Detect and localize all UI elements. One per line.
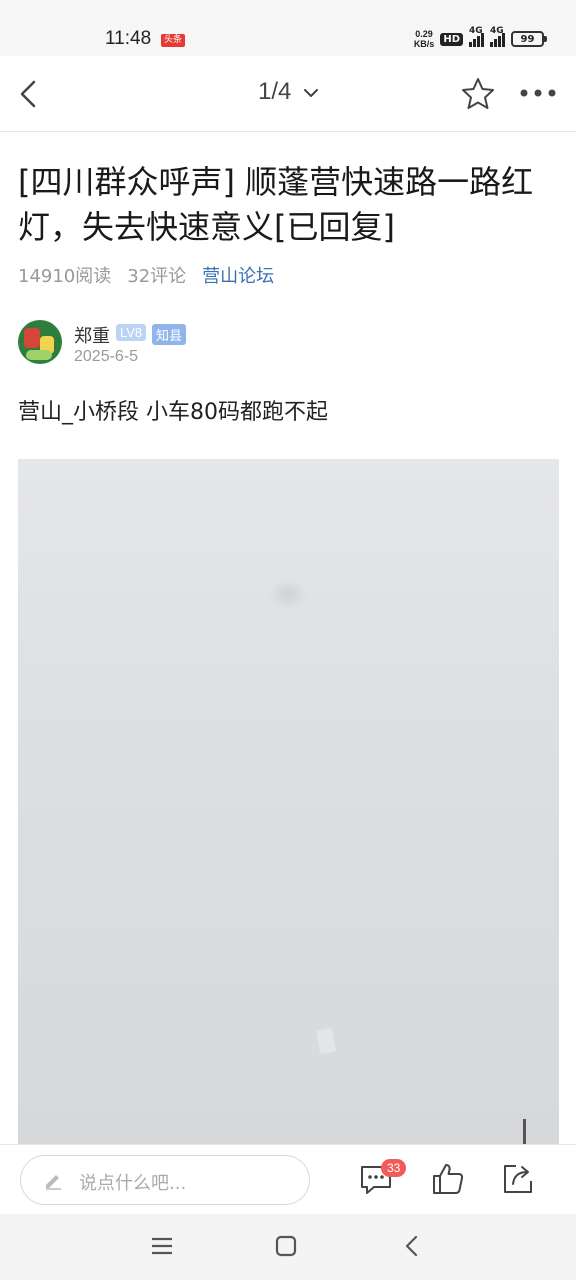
signal-label: 4G xyxy=(469,26,483,36)
chevron-down-icon xyxy=(304,88,319,97)
menu-icon[interactable] xyxy=(150,1234,174,1258)
battery-icon: 99 xyxy=(511,31,547,47)
comment-count-text: 32评论 xyxy=(127,266,187,287)
signal-label: 4G xyxy=(490,26,504,36)
comment-count-badge: 33 xyxy=(381,1159,407,1177)
level-badge: LV8 xyxy=(116,324,147,341)
star-icon[interactable] xyxy=(460,76,496,112)
action-bar: 说点什么吧... 33 xyxy=(0,1144,576,1214)
network-speed-value: 0.29 xyxy=(415,29,433,39)
status-bar: 11:48 头条 0.29 KB/s HD 4G 4G 99 xyxy=(0,0,576,56)
article-body: 营山_小桥段 小车80码都跑不起 xyxy=(18,400,328,425)
status-indicators: 0.29 KB/s HD 4G 4G 99 xyxy=(414,26,547,49)
author-info: 郑重 LV8 知县 2025-6-5 xyxy=(18,320,558,368)
article-meta: 14910阅读 32评论 营山论坛 xyxy=(18,262,274,288)
comment-placeholder: 说点什么吧... xyxy=(79,1173,187,1194)
thumbs-up-icon[interactable] xyxy=(430,1161,466,1197)
post-date: 2025-6-5 xyxy=(74,348,139,365)
read-count: 14910阅读 xyxy=(18,266,112,287)
signal-icon: 4G xyxy=(469,26,484,47)
page-indicator-text: 1/4 xyxy=(257,78,292,105)
app-notification-badge: 头条 xyxy=(161,34,186,47)
forum-link[interactable]: 营山论坛 xyxy=(202,262,274,288)
top-nav: 1/4 xyxy=(0,56,576,132)
home-icon[interactable] xyxy=(274,1234,298,1258)
back-icon[interactable] xyxy=(400,1234,424,1258)
system-nav-bar xyxy=(0,1214,576,1280)
battery-level: 99 xyxy=(520,33,535,45)
avatar[interactable] xyxy=(18,320,62,364)
more-icon[interactable] xyxy=(518,86,558,100)
network-speed: 0.29 KB/s xyxy=(414,29,435,49)
pencil-icon xyxy=(46,1175,61,1190)
signal-icon: 4G xyxy=(490,26,505,47)
status-time: 11:48 xyxy=(105,28,152,49)
network-speed-unit: KB/s xyxy=(413,39,435,49)
comment-input[interactable]: 说点什么吧... xyxy=(20,1155,310,1205)
article-title: [四川群众呼声] 顺蓬营快速路一路红灯，失去快速意义[已回复] xyxy=(18,163,534,246)
rank-badge: 知县 xyxy=(152,324,187,345)
hd-icon: HD xyxy=(440,32,463,46)
author-name[interactable]: 郑重 xyxy=(74,322,110,348)
share-icon[interactable] xyxy=(500,1161,536,1197)
article-photo[interactable] xyxy=(18,459,559,1149)
